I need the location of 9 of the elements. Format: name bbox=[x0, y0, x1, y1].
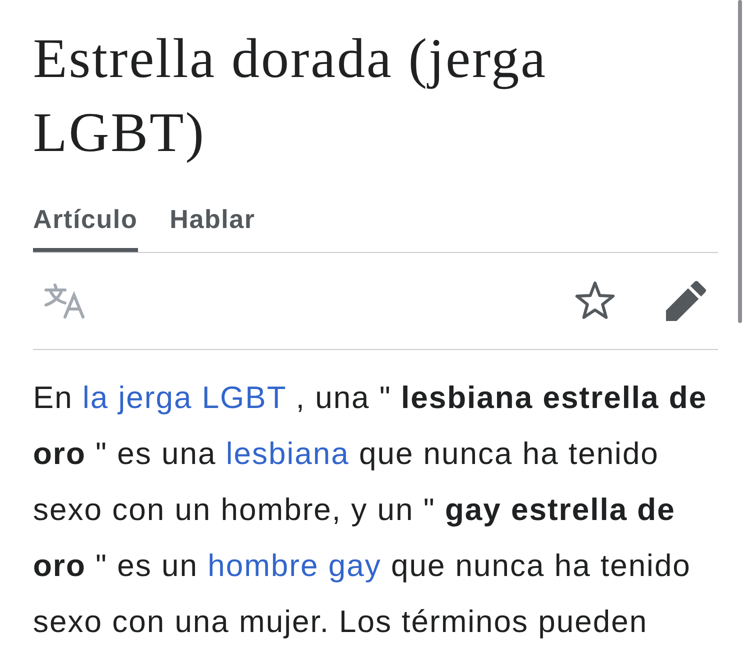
pencil-icon[interactable] bbox=[666, 281, 706, 321]
article-title: Estrella dorada (jerga LGBT) bbox=[33, 27, 548, 166]
article-link[interactable]: hombre gay bbox=[208, 548, 382, 583]
article-link[interactable]: la jerga LGBT bbox=[82, 380, 286, 415]
star-icon[interactable] bbox=[574, 281, 616, 321]
tab[interactable]: Hablar bbox=[170, 204, 256, 252]
article-link[interactable]: lesbiana bbox=[226, 436, 350, 471]
article-paragraph: En la jerga LGBT , una " lesbiana estrella de oro " es una lesbiana que nunca ha tenido sexo con un hombre, y un " gay estrella de oro " es un hombre gay que nunca ha tenido sexo con una mujer. Los términos pueden bbox=[33, 379, 708, 641]
tab[interactable]: Artículo bbox=[33, 204, 138, 252]
